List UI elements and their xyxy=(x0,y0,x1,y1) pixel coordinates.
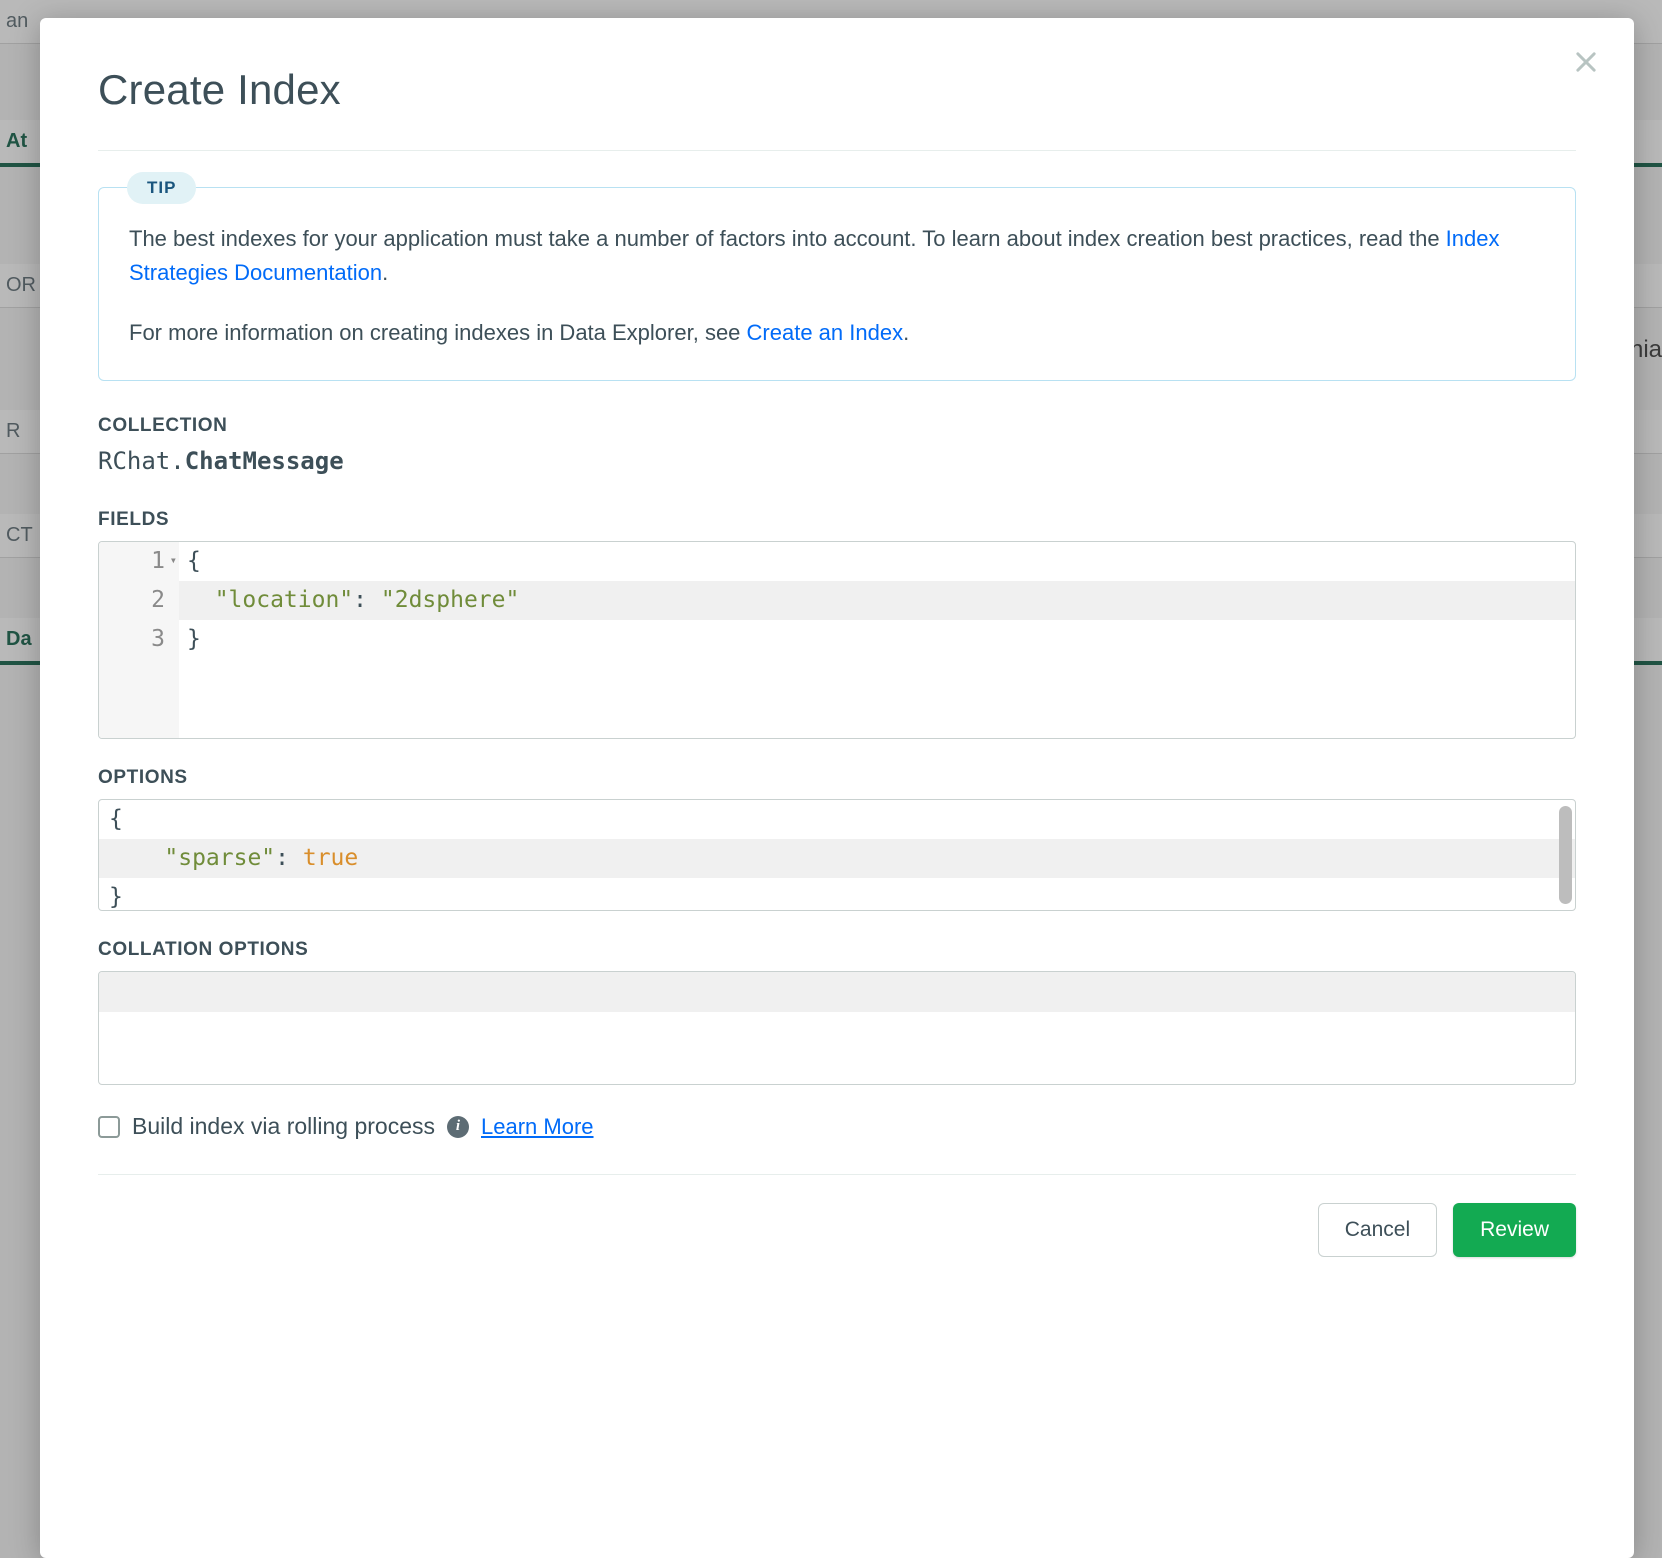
fields-editor[interactable]: 1 { 2 "location": "2dsphere" 3 } xyxy=(98,541,1576,739)
rolling-process-checkbox[interactable] xyxy=(98,1116,120,1138)
create-index-modal: Create Index TIP The best indexes for yo… xyxy=(40,18,1634,1558)
editor-filler xyxy=(99,1012,1575,1084)
collection-label: COLLECTION xyxy=(98,415,1576,437)
close-icon xyxy=(1572,48,1600,76)
collection-name: RChat.ChatMessage xyxy=(98,447,1576,475)
options-label: OPTIONS xyxy=(98,767,1576,789)
info-icon[interactable]: i xyxy=(447,1116,469,1138)
code-line: "sparse": true xyxy=(99,839,1575,878)
line-number: 1 xyxy=(99,542,179,581)
line-number: 2 xyxy=(99,581,179,620)
line-number: 3 xyxy=(99,620,179,659)
tip-box: TIP The best indexes for your applicatio… xyxy=(98,187,1576,381)
code-text: "sparse": true xyxy=(99,839,1575,878)
tip-paragraph-1: The best indexes for your application mu… xyxy=(129,222,1545,290)
tip-paragraph-2: For more information on creating indexes… xyxy=(129,316,1545,350)
divider xyxy=(98,150,1576,151)
close-button[interactable] xyxy=(1572,48,1600,76)
create-an-index-link[interactable]: Create an Index xyxy=(747,320,904,345)
code-line: 3 } xyxy=(99,620,1575,659)
code-text: { xyxy=(179,542,1575,581)
modal-footer: Cancel Review xyxy=(98,1203,1576,1257)
collection-coll: ChatMessage xyxy=(185,447,344,475)
collection-db: RChat xyxy=(98,447,170,475)
tip-text: The best indexes for your application mu… xyxy=(129,226,1446,251)
code-line: { xyxy=(99,800,1575,839)
code-line: 2 "location": "2dsphere" xyxy=(99,581,1575,620)
code-line xyxy=(99,972,1575,1012)
tip-text: . xyxy=(903,320,909,345)
tip-badge: TIP xyxy=(127,172,196,204)
cancel-button[interactable]: Cancel xyxy=(1318,1203,1437,1257)
review-button[interactable]: Review xyxy=(1453,1203,1576,1257)
editor-filler xyxy=(99,660,1575,739)
code-text: { xyxy=(99,800,1575,839)
collation-editor[interactable] xyxy=(98,971,1576,1085)
learn-more-link[interactable]: Learn More xyxy=(481,1114,594,1140)
tip-text: For more information on creating indexes… xyxy=(129,320,747,345)
options-editor[interactable]: { "sparse": true } xyxy=(98,799,1576,911)
code-text: } xyxy=(99,878,1575,911)
code-text: } xyxy=(179,620,1575,659)
code-line: } xyxy=(99,878,1575,911)
code-text: "location": "2dsphere" xyxy=(179,581,1575,620)
rolling-process-label: Build index via rolling process xyxy=(132,1113,435,1140)
modal-title: Create Index xyxy=(98,66,1576,114)
tip-text: . xyxy=(382,260,388,285)
collection-sep: . xyxy=(170,447,184,475)
divider xyxy=(98,1174,1576,1175)
collation-label: COLLATION OPTIONS xyxy=(98,939,1576,961)
scrollbar[interactable] xyxy=(1559,806,1572,904)
rolling-process-row: Build index via rolling process i Learn … xyxy=(98,1113,1576,1140)
fields-label: FIELDS xyxy=(98,509,1576,531)
code-line: 1 { xyxy=(99,542,1575,581)
